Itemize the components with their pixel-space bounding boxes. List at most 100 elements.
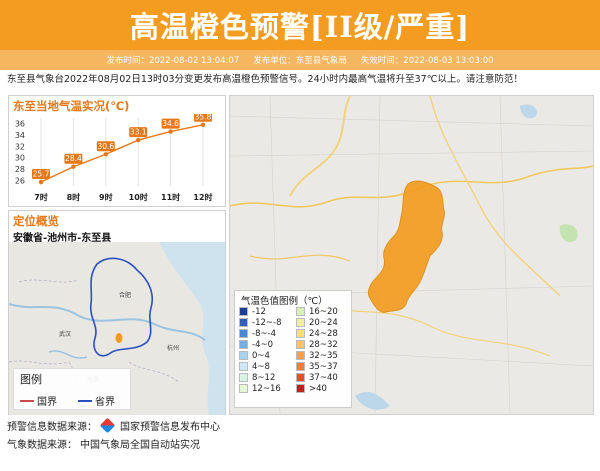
weather-source: 中国气象局全国自动站实况 <box>80 440 200 451</box>
legend-range-label: 24~28 <box>309 328 338 339</box>
legend-range-label: 16~20 <box>309 306 338 317</box>
temperature-point <box>103 152 109 157</box>
dongzhi-marker <box>115 333 123 343</box>
warning-source-label: 预警信息数据来源： <box>7 422 97 433</box>
publisher-label: 发布单位： <box>253 56 296 66</box>
location-panel: 定位概览 安徽省-池州市-东至县 合肥 武汉 南昌 杭州 图例 国界 省界 <box>8 210 226 415</box>
legend-range-label: 8~12 <box>252 372 276 383</box>
legend-swatch <box>239 329 248 338</box>
expire-time: 失效时间：2022-08-03 13:03:00 <box>361 54 494 66</box>
left-column: 东至当地气温实况(℃) 26 28 30 32 34 36 7时 8时 9时 10时 11时 12时 2… <box>8 95 226 415</box>
legend-swatch <box>296 340 305 349</box>
x-tick-label: 12时 <box>193 192 212 202</box>
warning-description: 东至县气象台2022年08月02日13时03分变更发布高温橙色预警信号。24小时… <box>7 74 523 85</box>
legend-scale-item: 16~20 <box>296 306 353 317</box>
x-tick-label: 10时 <box>129 192 148 202</box>
country-border-icon <box>20 399 34 402</box>
data-label: 30.6 <box>97 142 114 151</box>
temperature-point <box>71 164 76 169</box>
legend-swatch <box>239 318 248 327</box>
x-tick-label: 11时 <box>161 192 180 202</box>
x-tick-label: 7时 <box>34 192 48 202</box>
map-legend: 图例 国界 省界 <box>13 368 131 410</box>
legend-range-label: -12~-8 <box>252 317 282 328</box>
legend-scale-item: 4~8 <box>239 362 296 372</box>
data-label: 34.6 <box>162 119 179 128</box>
data-label: 35.8 <box>195 114 212 121</box>
temperature-point <box>168 129 173 134</box>
y-tick-label: 28 <box>15 165 25 174</box>
location-panel-title: 定位概览 <box>13 214 59 228</box>
city-wuhan: 武汉 <box>59 330 71 338</box>
legend-swatch <box>296 318 305 327</box>
legend-scale-item: 32~35 <box>296 351 353 361</box>
legend-scale-item: 37~40 <box>296 372 353 383</box>
publish-time-label: 发布时间： <box>106 56 149 66</box>
temperature-point <box>200 122 206 127</box>
temperature-panel: 东至当地气温实况(℃) 26 28 30 32 34 36 7时 8时 9时 10时 11时 12时 2… <box>8 95 226 207</box>
data-label: 33.1 <box>130 128 147 137</box>
city-hefei: 合肥 <box>119 291 131 299</box>
legend-range-label: -4~0 <box>252 339 274 350</box>
legend-scale-item: 0~4 <box>239 350 296 361</box>
legend-range-label: 37~40 <box>309 372 338 383</box>
legend-label-country: 国界 <box>37 397 57 408</box>
legend-range-label: 20~24 <box>309 317 338 328</box>
legend-range-label: 12~16 <box>252 383 281 394</box>
x-tick-label: 9时 <box>99 192 113 202</box>
temperature-chart: 26 28 30 32 34 36 7时 8时 9时 10时 11时 12时 25.7 28.4 30.6 3… <box>15 114 213 202</box>
legend-swatch <box>239 307 248 316</box>
county-temperature-map[interactable]: 气温色值图例（℃） -12 16~20 -12~-8 20~24 -8~-4 24~28 -… <box>229 95 594 415</box>
expire-time-value: 2022-08-03 13:03:00 <box>403 56 494 66</box>
legend-swatch <box>296 362 305 371</box>
y-tick-label: 32 <box>15 142 25 151</box>
temperature-legend-title: 气温色值图例（℃） <box>241 296 328 307</box>
weather-source-line: 气象数据来源： 中国气象局全国自动站实况 <box>7 436 597 451</box>
legend-scale-item: 28~32 <box>296 339 353 350</box>
legend-swatch <box>239 384 248 393</box>
legend-swatch <box>239 351 248 360</box>
publish-time-value: 2022-08-02 13:04:07 <box>148 56 240 66</box>
temperature-color-legend: 气温色值图例（℃） -12 16~20 -12~-8 20~24 -8~-4 24~28 -… <box>234 290 352 408</box>
legend-scale-item: 8~12 <box>239 372 296 383</box>
legend-swatch <box>239 373 248 382</box>
legend-swatch <box>296 373 305 382</box>
legend-swatch <box>296 329 305 338</box>
legend-range-label: 0~4 <box>252 350 270 361</box>
temperature-point <box>136 137 141 143</box>
legend-scale-item: >40 <box>296 384 353 394</box>
publish-time: 发布时间：2022-08-02 13:04:07 <box>106 54 239 66</box>
legend-scale-item: 35~37 <box>296 361 353 372</box>
publisher-value: 东至县气象局 <box>295 56 347 66</box>
legend-range-label: -8~-4 <box>252 328 277 339</box>
x-tick-label: 8时 <box>67 192 81 202</box>
legend-scale-item: 12~16 <box>239 383 296 394</box>
warning-meta-bar: 发布时间：2022-08-02 13:04:07 发布单位：东至县气象局 失效时… <box>0 50 600 70</box>
legend-swatch <box>296 351 305 360</box>
legend-swatch <box>296 384 305 393</box>
warning-source-line: 预警信息数据来源： 国家预警信息发布中心 <box>7 417 597 434</box>
legend-scale-item: 24~28 <box>296 328 353 339</box>
legend-swatch <box>296 307 305 316</box>
y-tick-label: 26 <box>15 176 25 185</box>
legend-scale-item: -4~0 <box>239 339 296 350</box>
legend-range-label: 28~32 <box>309 339 338 350</box>
legend-scale-item: -12~-8 <box>239 317 296 328</box>
legend-scale-item: 20~24 <box>296 317 353 328</box>
publisher: 发布单位：东至县气象局 <box>253 54 347 66</box>
legend-range-label: -12 <box>252 306 266 317</box>
y-tick-label: 36 <box>15 120 25 129</box>
temperature-panel-title: 东至当地气温实况(℃) <box>13 99 130 113</box>
warning-source: 国家预警信息发布中心 <box>120 422 220 433</box>
legend-item-country: 国界 <box>20 393 57 408</box>
weather-source-label: 气象数据来源： <box>7 440 77 451</box>
warning-center-logo-icon <box>99 417 116 434</box>
legend-item-province: 省界 <box>78 393 115 408</box>
city-hangzhou: 杭州 <box>167 344 179 352</box>
temperature-point <box>38 179 44 185</box>
legend-swatch <box>239 362 248 371</box>
legend-range-label: 35~37 <box>309 361 338 372</box>
data-label: 28.4 <box>65 154 82 163</box>
warning-banner: 高温橙色预警[II级/严重] <box>0 0 600 50</box>
warning-title: 高温橙色预警[II级/严重] <box>129 10 471 44</box>
